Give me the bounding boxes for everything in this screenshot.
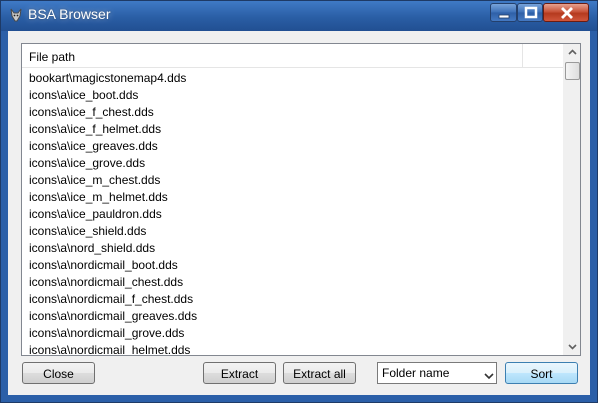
- list-item[interactable]: bookart\magicstonemap4.dds: [22, 70, 563, 87]
- list-item[interactable]: icons\a\nordicmail_f_chest.dds: [22, 291, 563, 308]
- sort-by-select[interactable]: Folder name: [377, 362, 497, 384]
- maximize-icon: [524, 6, 538, 19]
- list-item[interactable]: icons\a\nord_shield.dds: [22, 240, 563, 257]
- app-window: BSA Browser File path bookart\magicstone…: [0, 0, 598, 403]
- maximize-button[interactable]: [517, 3, 543, 22]
- minimize-button[interactable]: [490, 3, 517, 22]
- sort-button[interactable]: Sort: [505, 362, 578, 384]
- chevron-down-icon: [484, 369, 494, 380]
- list-item[interactable]: icons\a\nordicmail_helmet.dds: [22, 342, 563, 355]
- window-title: BSA Browser: [28, 6, 111, 22]
- minimize-icon: [498, 14, 510, 19]
- vertical-scrollbar[interactable]: [563, 44, 580, 355]
- sort-by-value: Folder name: [382, 366, 450, 380]
- close-icon: [561, 7, 573, 19]
- column-header[interactable]: File path: [22, 44, 563, 68]
- scroll-up-arrow-icon[interactable]: [564, 44, 580, 61]
- list-item[interactable]: icons\a\ice_greaves.dds: [22, 138, 563, 155]
- list-item[interactable]: icons\a\nordicmail_grove.dds: [22, 325, 563, 342]
- close-window-button[interactable]: [543, 3, 589, 22]
- column-header-file-path: File path: [29, 50, 76, 64]
- close-button[interactable]: Close: [22, 362, 95, 384]
- extract-all-button[interactable]: Extract all: [283, 362, 356, 384]
- extract-button[interactable]: Extract: [203, 362, 276, 384]
- scroll-thumb[interactable]: [565, 62, 580, 80]
- scroll-down-arrow-icon[interactable]: [564, 338, 580, 355]
- list-item[interactable]: icons\a\ice_f_chest.dds: [22, 104, 563, 121]
- wolf-head-icon: [8, 7, 24, 23]
- column-divider[interactable]: [522, 44, 523, 67]
- list-item[interactable]: icons\a\ice_grove.dds: [22, 155, 563, 172]
- file-list[interactable]: File path bookart\magicstonemap4.dds ico…: [21, 43, 581, 356]
- list-item[interactable]: icons\a\nordicmail_boot.dds: [22, 257, 563, 274]
- title-bar[interactable]: BSA Browser: [1, 1, 597, 31]
- list-item[interactable]: icons\a\ice_shield.dds: [22, 223, 563, 240]
- list-item[interactable]: icons\a\ice_pauldron.dds: [22, 206, 563, 223]
- list-item[interactable]: icons\a\nordicmail_greaves.dds: [22, 308, 563, 325]
- list-item[interactable]: icons\a\nordicmail_chest.dds: [22, 274, 563, 291]
- client-area: File path bookart\magicstonemap4.dds ico…: [8, 31, 590, 395]
- list-item[interactable]: icons\a\ice_f_helmet.dds: [22, 121, 563, 138]
- list-item[interactable]: icons\a\ice_boot.dds: [22, 87, 563, 104]
- list-item[interactable]: icons\a\ice_m_helmet.dds: [22, 189, 563, 206]
- file-rows: bookart\magicstonemap4.dds icons\a\ice_b…: [22, 70, 563, 355]
- list-item[interactable]: icons\a\ice_m_chest.dds: [22, 172, 563, 189]
